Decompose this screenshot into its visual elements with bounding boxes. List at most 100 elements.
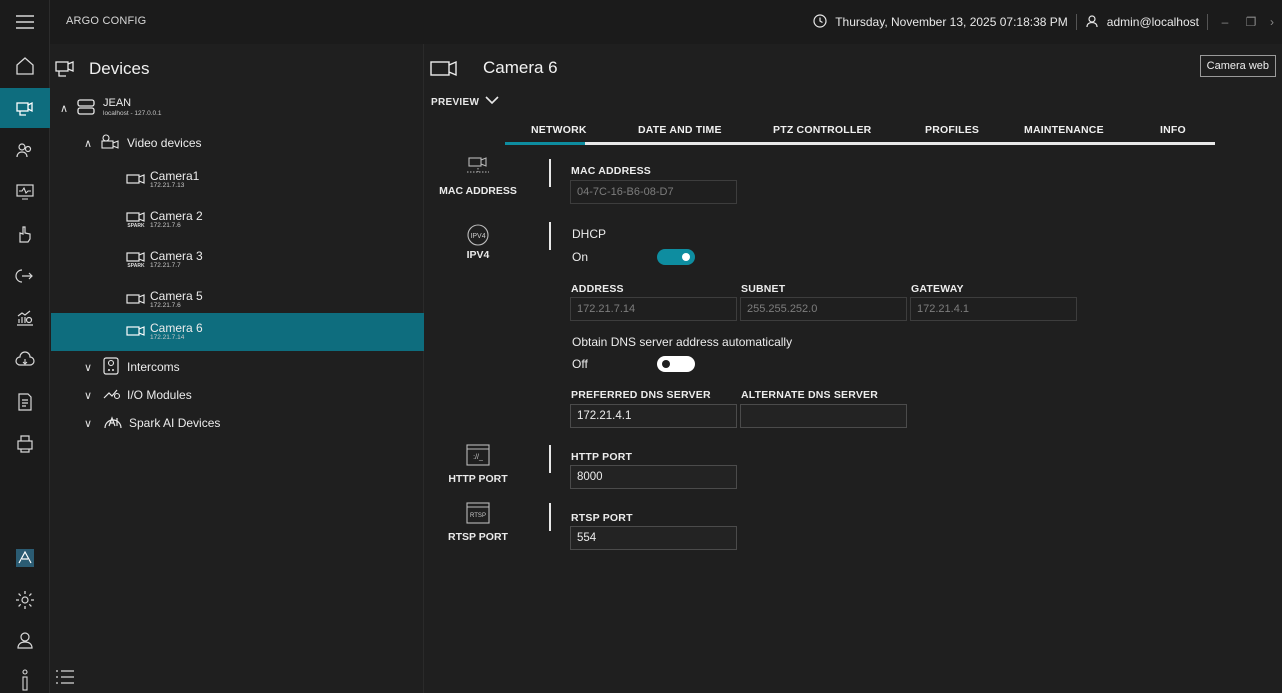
clock-icon (813, 13, 827, 31)
tree-title: Devices (89, 59, 150, 78)
title-bar: ARGO CONFIG Thursday, November 13, 2025 … (0, 0, 1282, 44)
server-icon (77, 98, 95, 119)
camera-item[interactable]: SPARK Camera 2 172.21.7.6 (51, 206, 424, 234)
camera-ip: 172.21.7.13 (150, 182, 185, 190)
camera-name: Camera1 (150, 168, 200, 183)
chevron-down-icon[interactable]: ∨ (81, 417, 95, 430)
tab-network[interactable]: NETWORK (531, 124, 587, 136)
spark-ai-label: Spark AI Devices (129, 416, 221, 430)
tab-maintenance[interactable]: MAINTENANCE (1024, 124, 1104, 136)
mac-section-label: MAC ADDRESS (439, 185, 517, 197)
dns-auto-toggle[interactable] (657, 356, 695, 372)
camera-icon: SPARK (126, 251, 146, 269)
camera-name: Camera 6 (150, 320, 203, 335)
alternate-dns-input[interactable] (740, 404, 907, 428)
tree-header: Devices (51, 54, 149, 84)
tree-footer (51, 667, 424, 693)
user-icon[interactable] (1085, 14, 1099, 31)
camera-item[interactable]: Camera 5 172.21.7.6 (51, 286, 424, 314)
restore-icon[interactable]: ❐ (1242, 15, 1260, 29)
close-icon[interactable]: › (1268, 15, 1276, 29)
camera-name: Camera 2 (150, 208, 203, 223)
ip-address-field: 172.21.7.14 (570, 297, 737, 321)
camera-icon (126, 325, 146, 340)
address-label: ADDRESS (571, 283, 624, 295)
hamburger-menu-icon[interactable] (0, 2, 50, 42)
ipv4-icon: IPV4 (465, 224, 491, 249)
mac-address-icon (465, 156, 491, 181)
camera-item[interactable]: SPARK Camera 3 172.21.7.7 (51, 246, 424, 274)
io-modules-label: I/O Modules (127, 388, 192, 402)
document-icon[interactable] (0, 382, 50, 422)
user-profile-icon[interactable] (0, 620, 50, 660)
tab-ptz-controller[interactable]: PTZ CONTROLLER (773, 124, 871, 136)
hand-pointer-icon[interactable] (0, 214, 50, 254)
list-view-icon[interactable] (55, 669, 75, 688)
dhcp-label: DHCP (572, 227, 607, 241)
monitor-icon[interactable] (0, 172, 50, 212)
camera-icon (126, 293, 146, 308)
divider (1207, 14, 1208, 30)
rtsp-port-icon: RTSP (466, 502, 490, 527)
info-icon[interactable] (0, 660, 50, 693)
server-node[interactable]: ∧ JEAN localhost - 127.0.0.1 (51, 94, 424, 122)
spark-ai-icon (103, 414, 123, 433)
intercoms-group[interactable]: ∨ Intercoms (51, 356, 424, 378)
users-group-icon[interactable] (0, 130, 50, 170)
video-devices-group[interactable]: ∧ Video devices (51, 132, 424, 154)
tab-date-and-time[interactable]: DATE AND TIME (638, 124, 722, 136)
svg-text:://_: ://_ (473, 454, 483, 461)
rtsp-section-label: RTSP PORT (448, 531, 508, 543)
title-bar-right: Thursday, November 13, 2025 07:18:38 PM … (813, 12, 1276, 32)
preview-label: PREVIEW (431, 96, 480, 108)
signal-input-icon[interactable] (0, 256, 50, 296)
minimize-icon[interactable]: – (1216, 15, 1234, 29)
rtsp-port-input[interactable]: 554 (570, 526, 737, 550)
log-printer-icon[interactable] (0, 424, 50, 464)
camera-item-selected[interactable]: Camera 6 172.21.7.14 (51, 313, 424, 351)
gateway-label: GATEWAY (911, 283, 964, 295)
http-port-input[interactable]: 8000 (570, 465, 737, 489)
chevron-down-icon[interactable]: ∨ (81, 361, 95, 374)
user-name[interactable]: admin@localhost (1107, 15, 1199, 29)
camera-web-button[interactable]: Camera web (1199, 55, 1276, 77)
tab-profiles[interactable]: PROFILES (925, 124, 979, 136)
analytics-icon[interactable] (0, 298, 50, 338)
settings-gear-icon[interactable] (0, 580, 50, 620)
http-section-label: HTTP PORT (448, 473, 508, 485)
dhcp-toggle[interactable] (657, 249, 695, 265)
video-devices-label: Video devices (127, 136, 202, 150)
io-modules-group[interactable]: ∨ I/O Modules (51, 384, 424, 406)
argo-logo-icon[interactable] (0, 538, 50, 578)
home-icon[interactable] (0, 46, 50, 86)
http-port-icon: ://_ (466, 444, 490, 469)
camera-icon (126, 173, 146, 188)
dhcp-state: On (572, 250, 589, 264)
devices-nav-icon[interactable] (0, 88, 50, 128)
preferred-dns-input[interactable]: 172.21.4.1 (570, 404, 737, 428)
server-name: JEAN (103, 97, 132, 110)
section-divider (549, 222, 551, 250)
server-address: localhost - 127.0.0.1 (103, 109, 162, 117)
device-tree-panel: Devices ∧ JEAN localhost - 127.0.0.1 ∧ V… (51, 44, 424, 693)
mac-address-label: MAC ADDRESS (571, 165, 651, 177)
chevron-up-icon[interactable]: ∧ (57, 102, 71, 115)
active-tab-indicator (505, 142, 585, 145)
chevron-up-icon[interactable]: ∧ (81, 137, 95, 150)
rtsp-port-label: RTSP PORT (571, 512, 633, 524)
camera-item[interactable]: Camera1 172.21.7.13 (51, 166, 424, 194)
tab-info[interactable]: INFO (1160, 124, 1186, 136)
alternate-dns-label: ALTERNATE DNS SERVER (741, 389, 879, 401)
spark-ai-group[interactable]: ∨ Spark AI Devices (51, 412, 424, 434)
chevron-down-icon[interactable]: ∨ (81, 389, 95, 402)
cloud-icon[interactable] (0, 340, 50, 380)
app-title: ARGO CONFIG (66, 15, 147, 27)
section-divider (549, 159, 551, 187)
camera-title: Camera 6 (483, 58, 558, 77)
nav-rail (0, 0, 50, 693)
mac-address-field: 04-7C-16-B6-08-D7 (570, 180, 737, 204)
preview-toggle[interactable]: PREVIEW (431, 96, 499, 108)
preferred-dns-label: PREFERRED DNS SERVER (571, 389, 711, 401)
brand-label: SPARK (127, 263, 145, 269)
intercom-icon (103, 356, 119, 378)
